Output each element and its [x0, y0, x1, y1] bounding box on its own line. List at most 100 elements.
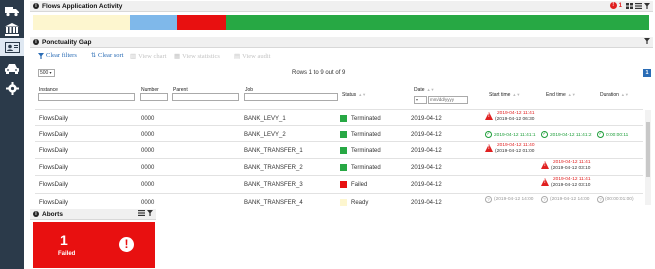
activity-bar[interactable]: [33, 15, 649, 30]
row-divider: [35, 109, 643, 110]
list-view-icon[interactable]: [138, 210, 145, 216]
date-cell: 2019-04-12: [411, 116, 442, 122]
job-cell[interactable]: BANK_TRANSFER_2: [244, 165, 303, 171]
gear-icon[interactable]: [4, 80, 20, 96]
instance-cell: FlowsDaily: [39, 116, 69, 122]
scrollbar-thumb[interactable]: [646, 122, 650, 177]
alert-count: 1: [618, 2, 622, 9]
end-time-cell: (2019-04-12 14:00: [550, 197, 590, 202]
number-cell: 0000: [141, 148, 155, 154]
grid-view-icon[interactable]: [626, 2, 633, 9]
status-indicator: [340, 181, 347, 188]
job-cell[interactable]: BANK_LEVY_2: [244, 132, 286, 138]
page-size-select[interactable]: 500 ▾: [38, 69, 55, 77]
activity-segment[interactable]: [177, 15, 227, 30]
row-divider: [35, 193, 643, 194]
info-icon: i: [33, 3, 39, 9]
instance-cell: FlowsDaily: [39, 182, 69, 188]
status-cell: Terminated: [351, 116, 381, 122]
panel-gap: [24, 206, 655, 209]
number-cell: 0000: [141, 165, 155, 171]
date-cell: 2019-04-12: [411, 132, 442, 138]
sort-icon: ▲▼: [426, 87, 435, 92]
col-start-time-label: Start time: [489, 92, 511, 98]
job-cell[interactable]: BANK_LEVY_1: [244, 116, 286, 122]
flows-activity-title: Flows Application Activity: [42, 2, 123, 10]
job-filter-input[interactable]: [244, 93, 338, 101]
aborts-label: Failed: [58, 251, 76, 257]
start-time-cell: 2019-04-12 11:41:1: [494, 132, 536, 138]
col-date[interactable]: Date ▲▼: [414, 87, 434, 93]
instance-filter-input[interactable]: [38, 93, 135, 101]
id-card-icon[interactable]: [0, 38, 24, 56]
instance-cell: FlowsDaily: [39, 148, 69, 154]
end-time-planned: (2019-04-12 03:10: [551, 166, 591, 171]
clear-filters-button[interactable]: Clear filters: [38, 52, 77, 59]
view-audit-button[interactable]: ▤ View audit: [234, 52, 271, 61]
question-icon: ?: [597, 196, 604, 203]
view-chart-label: View chart: [138, 52, 167, 60]
warning-icon: [485, 144, 493, 152]
audit-icon: ▤: [234, 53, 241, 60]
col-end-time[interactable]: End time ▲▼: [546, 92, 576, 98]
check-icon: ✓: [485, 131, 492, 138]
clear-sort-label: Clear sort: [98, 52, 124, 59]
aborts-tile[interactable]: 1 Failed !: [33, 222, 155, 268]
activity-segment[interactable]: [33, 15, 131, 30]
bank-icon[interactable]: [4, 21, 20, 37]
filter-icon[interactable]: [644, 2, 650, 9]
date-cell: 2019-04-12: [411, 182, 442, 188]
flows-activity-panel: i Flows Application Activity ! 1: [30, 1, 653, 34]
job-cell[interactable]: BANK_TRANSFER_1: [244, 148, 303, 154]
end-time-actual: 2019-04-12 11:41: [553, 177, 591, 182]
aborts-header: i Aborts: [30, 209, 156, 220]
clear-sort-button[interactable]: ⇅ Clear sort: [91, 52, 123, 59]
view-audit-label: View audit: [242, 52, 271, 60]
col-status[interactable]: Status ▲▼: [342, 92, 366, 98]
view-chart-button[interactable]: ▥ View chart: [130, 52, 167, 61]
date-filter-input[interactable]: mm/dd/yyyy: [428, 96, 468, 104]
filter-icon[interactable]: [147, 210, 153, 216]
status-cell: Terminated: [351, 148, 381, 154]
warning-icon: [541, 161, 549, 169]
filter-icon[interactable]: [644, 38, 650, 44]
date-cell: 2019-04-12: [411, 148, 442, 154]
filter-icon: [38, 52, 44, 59]
col-date-label: Date: [414, 87, 425, 93]
parent-filter-input[interactable]: [172, 93, 239, 101]
truck-icon[interactable]: [4, 3, 20, 19]
activity-segment[interactable]: [130, 15, 178, 30]
sort-icon: ▲▼: [512, 92, 521, 97]
warning-icon: [485, 112, 493, 120]
list-view-icon[interactable]: [635, 2, 642, 9]
status-indicator: [340, 147, 347, 154]
job-cell[interactable]: BANK_TRANSFER_3: [244, 182, 303, 188]
page-1-button[interactable]: 1: [643, 69, 651, 77]
start-time-planned: (2019-04-12 01:00: [495, 149, 535, 154]
statistics-icon: ▦: [174, 53, 181, 60]
sort-icon: ▲▼: [358, 92, 367, 97]
start-time-cell: (2019-04-12 14:00: [494, 197, 534, 202]
col-duration[interactable]: Duration ▲▼: [600, 92, 629, 98]
row-divider: [35, 125, 643, 126]
number-filter-input[interactable]: [140, 93, 168, 101]
table-scrollbar[interactable]: [645, 110, 651, 205]
number-cell: 0000: [141, 116, 155, 122]
warning-icon: [541, 178, 549, 186]
question-icon: ?: [485, 196, 492, 203]
aborts-title: Aborts: [42, 210, 63, 218]
view-statistics-button[interactable]: ▦ View statistics: [174, 52, 220, 61]
row-divider: [35, 175, 643, 176]
info-icon: i: [33, 39, 39, 45]
status-indicator: [340, 199, 347, 206]
car-icon[interactable]: [4, 61, 20, 77]
aborts-count: 1: [60, 232, 68, 248]
col-start-time[interactable]: Start time ▲▼: [489, 92, 520, 98]
activity-segment[interactable]: [226, 15, 649, 30]
date-operator-select[interactable]: ▾: [414, 96, 427, 104]
alert-icon[interactable]: !: [609, 2, 617, 9]
status-indicator: [340, 164, 347, 171]
status-cell: Terminated: [351, 132, 381, 138]
question-icon: ?: [541, 196, 548, 203]
end-time-cell: 2019-04-12 11:41:2: [550, 132, 592, 138]
